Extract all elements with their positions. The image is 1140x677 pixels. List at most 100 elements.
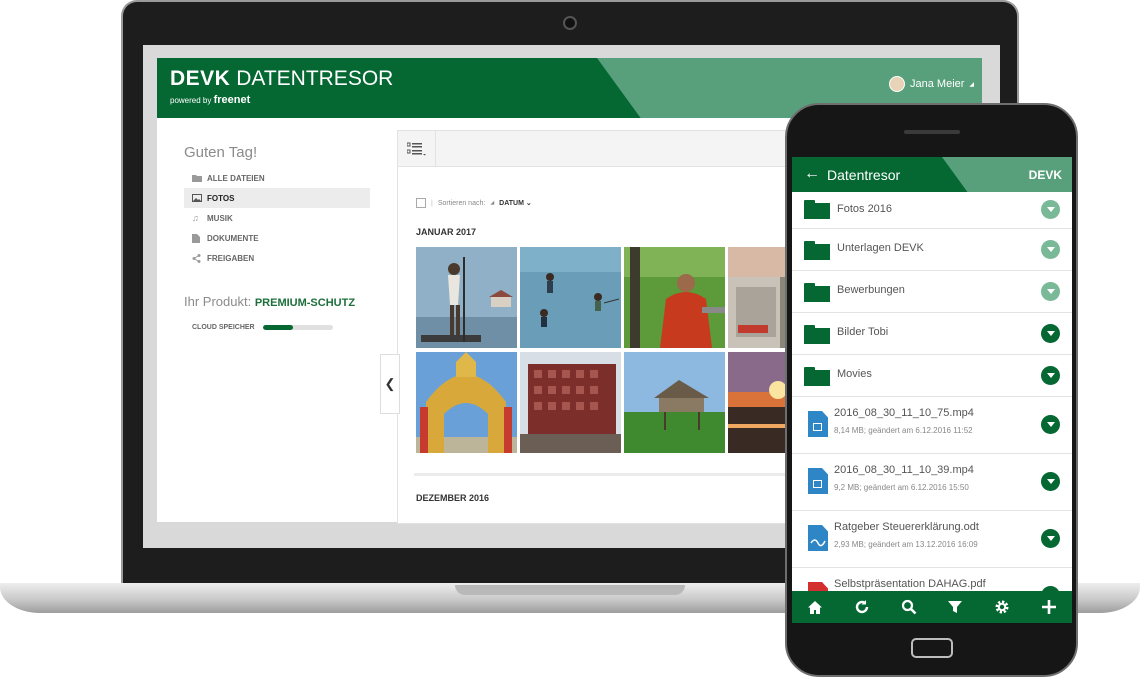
file-meta: 2,93 MB; geändert am 13.12.2016 16:09 [834,540,978,549]
add-icon[interactable] [1037,595,1061,619]
user-name: Jana Meier [910,78,965,90]
list-item[interactable]: Bewerbungen [792,271,1072,313]
sidebar-item-dokumente[interactable]: DOKUMENTE [184,228,370,248]
phone-screen: ← Datentresor DEVK Fotos 2016 Unterlagen… [792,157,1072,623]
folder-icon [804,283,830,302]
storage-progress-fill [262,325,293,330]
list-item[interactable]: Ratgeber Steuererklärung.odt 2,93 MB; ge… [792,511,1072,568]
powered-brand: freenet [213,94,251,106]
video-file-icon [808,411,828,437]
powered-by: powered by freenet [170,94,250,106]
camera-icon [563,16,577,30]
list-item[interactable]: Movies [792,355,1072,397]
photo-thumbnail[interactable] [624,247,725,348]
sort-bar: | Sortieren nach: ◢ DATUM ⌄ [416,198,532,208]
folder-name: Bewerbungen [837,284,905,296]
list-view-icon [406,142,426,155]
share-icon [192,254,201,263]
sidebar-item-musik[interactable]: ♫ MUSIK [184,208,370,228]
chevron-left-icon: ❮ [384,376,396,391]
item-menu-button[interactable] [1041,529,1060,548]
phone-header: ← Datentresor DEVK [792,157,1072,192]
folder-icon [804,325,830,344]
chevron-down-icon [1046,373,1055,378]
photo-grid [416,247,846,454]
file-name: 2016_08_30_11_10_75.mp4 [834,407,974,419]
laptop-notch [455,585,685,595]
sidebar-item-label: MUSIK [207,213,233,223]
section-divider [414,473,844,476]
month-heading: JANUAR 2017 [416,227,477,237]
view-toggle-button[interactable] [398,131,436,166]
photo-thumbnail[interactable] [416,247,517,348]
photo-thumbnail[interactable] [520,247,621,348]
caret-down-icon: ◢ [969,81,975,88]
settings-icon[interactable] [990,595,1014,619]
filter-icon[interactable] [943,595,967,619]
item-menu-button[interactable] [1041,366,1060,385]
list-item[interactable]: Fotos 2016 [792,192,1072,229]
folder-name: Movies [837,368,872,380]
product-value: PREMIUM-SCHUTZ [254,297,356,309]
product-label: Ihr Produkt: [184,294,252,309]
list-item[interactable]: 2016_08_30_11_10_39.mp4 9,2 MB; geändert… [792,454,1072,511]
item-menu-button[interactable] [1041,240,1060,259]
chevron-down-icon [1046,331,1055,336]
refresh-icon[interactable] [850,595,874,619]
phone-bottom-toolbar [792,591,1072,623]
photo-thumbnail[interactable] [520,352,621,453]
sidebar-item-fotos[interactable]: FOTOS [184,188,370,208]
folder-name: Unterlagen DEVK [837,242,924,254]
folder-name: Fotos 2016 [837,203,893,215]
image-icon [192,194,202,202]
month-heading: DEZEMBER 2016 [416,493,490,503]
sort-select[interactable]: DATUM ⌄ [499,199,532,207]
phone-home-button[interactable] [911,638,953,658]
chevron-down-icon [1046,479,1055,484]
chevron-down-icon [1046,247,1055,252]
list-item[interactable]: Bilder Tobi [792,313,1072,355]
sort-label: Sortieren nach: [437,199,486,207]
back-arrow-icon[interactable]: ← [804,165,820,183]
brand-product: DATENTRESOR [236,67,394,90]
folder-name: Bilder Tobi [837,326,889,338]
product-info: Ihr Produkt: PREMIUM-SCHUTZ [184,294,355,309]
sidebar-item-label: DOKUMENTE [207,233,259,243]
document-icon [192,234,201,243]
folder-icon [192,174,202,182]
item-menu-button[interactable] [1041,200,1060,219]
collapse-panel-button[interactable]: ❮ [380,354,400,414]
chevron-down-icon [1046,536,1055,541]
folder-icon [804,367,830,386]
sidebar-item-label: ALLE DATEIEN [207,173,265,183]
item-menu-button[interactable] [1041,282,1060,301]
folder-icon [804,241,830,260]
list-item[interactable]: 2016_08_30_11_10_75.mp4 8,14 MB; geänder… [792,397,1072,454]
sidebar-item-freigaben[interactable]: FREIGABEN [184,248,370,268]
file-name: Ratgeber Steuererklärung.odt [834,521,979,533]
item-menu-button[interactable] [1041,324,1060,343]
item-menu-button[interactable] [1041,472,1060,491]
sidebar-item-alle-dateien[interactable]: ALLE DATEIEN [184,168,370,188]
sidebar-item-label: FOTOS [207,193,235,203]
sort-value: DATUM [499,200,524,207]
search-icon[interactable] [897,595,921,619]
list-item[interactable]: Unterlagen DEVK [792,229,1072,271]
user-menu[interactable]: Jana Meier ◢ [889,76,974,92]
chevron-down-icon [1046,289,1055,294]
phone-title: Datentresor [827,167,901,183]
file-meta: 8,14 MB; geändert am 6.12.2016 11:52 [834,426,973,435]
cloud-storage-label: CLOUD SPEICHER [192,324,255,331]
select-all-checkbox[interactable] [416,198,426,208]
sidebar-nav: ALLE DATEIEN FOTOS ♫ MUSIK DOKUMENTE FRE… [184,168,370,268]
folder-icon [804,200,830,219]
photo-thumbnail[interactable] [624,352,725,453]
brand-logo[interactable]: DEVK DATENTRESOR [170,67,393,91]
item-menu-button[interactable] [1041,415,1060,434]
file-name: Selbstpräsentation DAHAG.pdf [834,578,986,590]
home-icon[interactable] [803,595,827,619]
cloud-storage: CLOUD SPEICHER [192,324,333,331]
photo-thumbnail[interactable] [416,352,517,453]
file-name: 2016_08_30_11_10_39.mp4 [834,464,974,476]
document-file-icon [808,525,828,551]
